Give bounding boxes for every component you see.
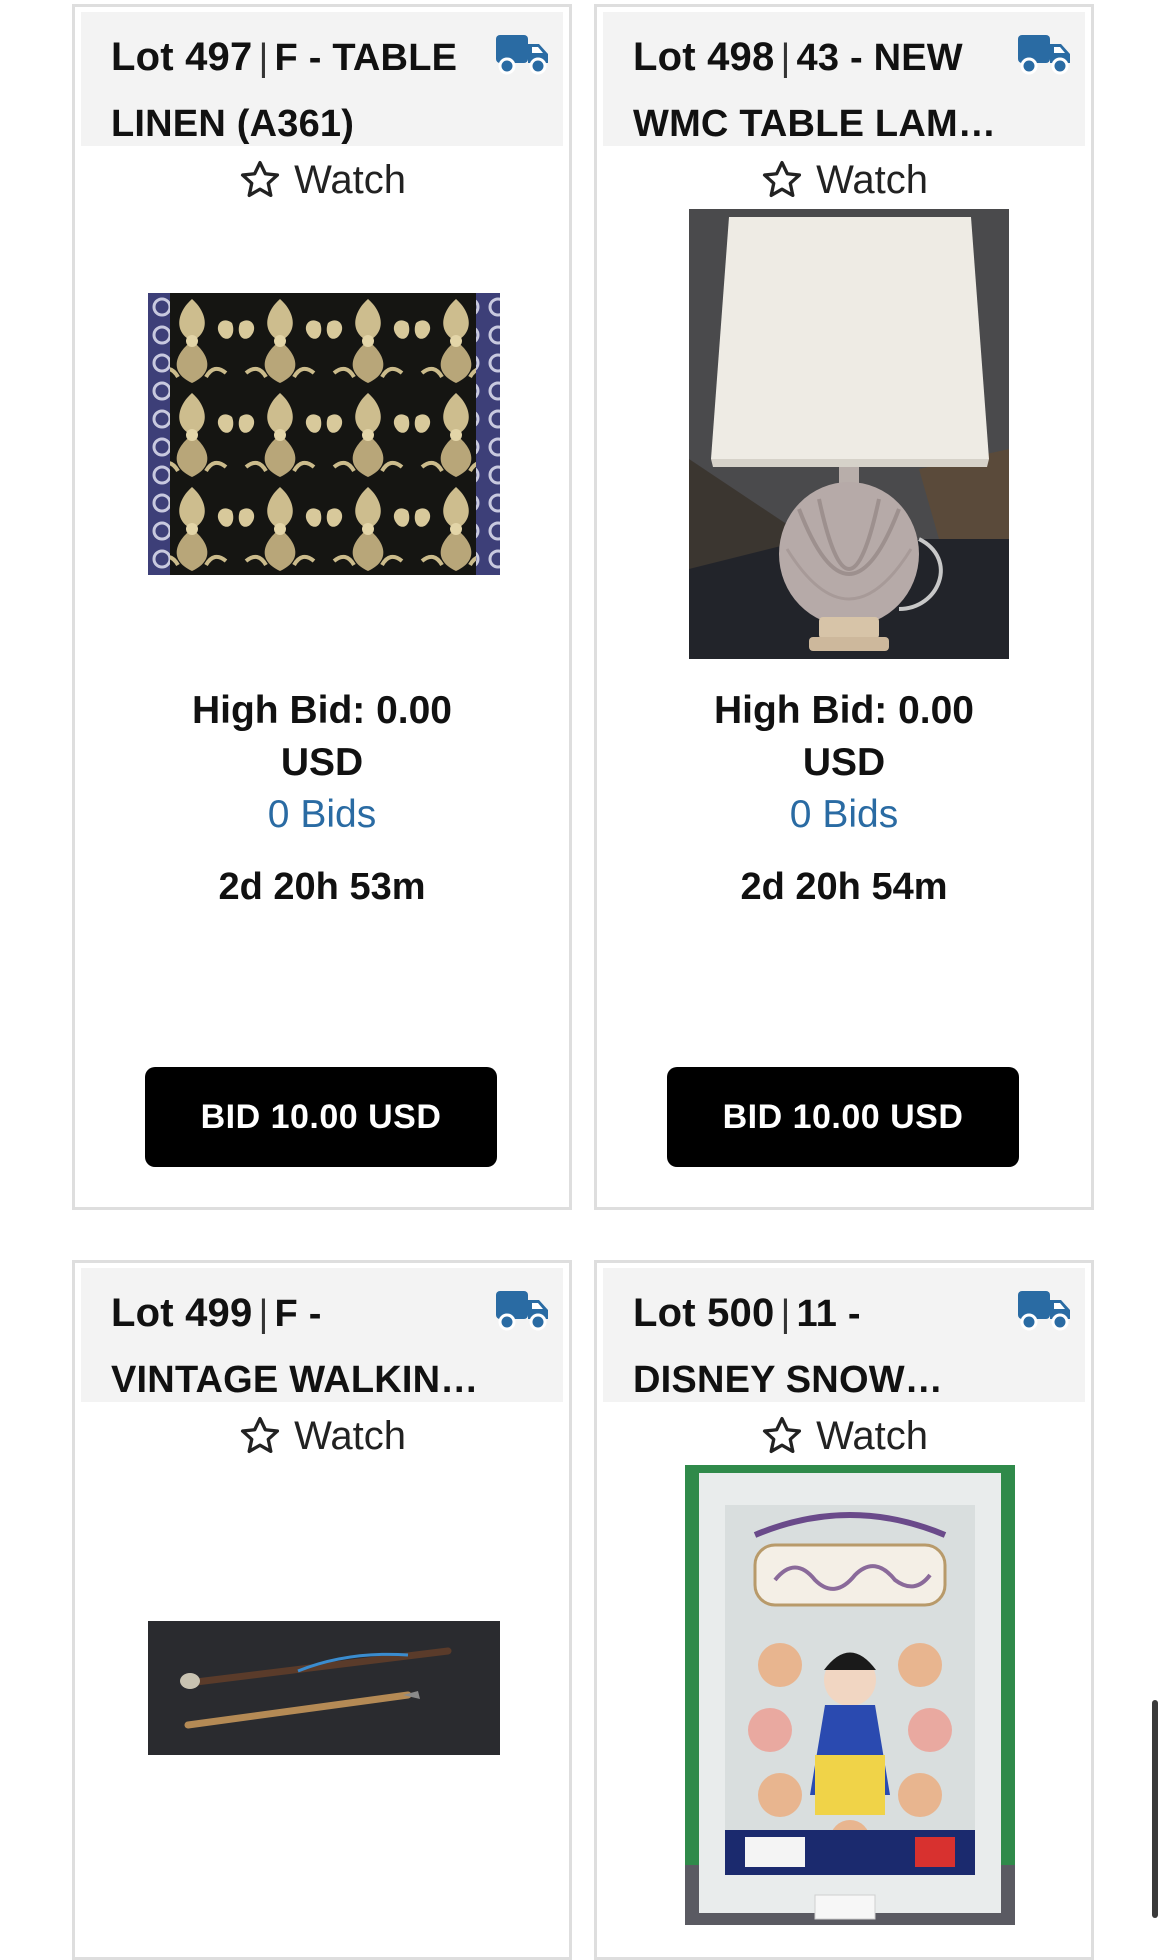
lot-image[interactable]	[148, 1621, 500, 1755]
title-separator: |	[780, 1293, 791, 1335]
lot-header[interactable]: Lot 499 | F - VINTAGE WALKIN…	[81, 1268, 563, 1402]
star-outline-icon	[762, 160, 802, 198]
lot-card: Lot 499 | F - VINTAGE WALKIN… Watch	[72, 1260, 572, 1960]
title-separator: |	[258, 37, 269, 79]
lot-title-line2: WMC TABLE LAM…	[633, 103, 997, 145]
watch-button[interactable]: Watch	[597, 152, 1091, 208]
lot-number: Lot 499	[111, 1291, 253, 1335]
lot-title-line2: DISNEY SNOW…	[633, 1359, 943, 1401]
table-lamp-image	[689, 209, 1009, 659]
lot-title-line1: 11 -	[796, 1293, 861, 1335]
lot-card: Lot 497 | F - TABLE LINEN (A361) Watch H…	[72, 4, 572, 1210]
bids-count-link[interactable]: 0 Bids	[597, 789, 1091, 841]
lot-title-line1: F - TABLE	[274, 37, 458, 79]
lot-title-line1: F -	[274, 1293, 322, 1335]
scrollbar[interactable]	[1152, 1700, 1158, 1918]
watch-button[interactable]: Watch	[75, 1408, 569, 1464]
watch-button[interactable]: Watch	[75, 152, 569, 208]
lot-card: Lot 498|43 - NEW WMC TABLE LAM… Watch	[594, 4, 1094, 1210]
title-separator: |	[780, 37, 791, 79]
lot-header[interactable]: Lot 498 | 43 - NEW WMC TABLE LAM…	[603, 12, 1085, 146]
lot-image[interactable]	[685, 1465, 1015, 1925]
lot-title-line2: LINEN (A361)	[111, 103, 355, 145]
high-bid: High Bid: 0.00	[191, 689, 453, 732]
snow-white-poster-image	[685, 1465, 1015, 1925]
lot-header[interactable]: Lot 500 | 11 - DISNEY SNOW…	[603, 1268, 1085, 1402]
shipping-truck-icon	[1018, 35, 1070, 75]
lot-title[interactable]: Lot 498 | 43 - NEW WMC TABLE LAM…	[633, 24, 1033, 157]
lot-title[interactable]: Lot 499 | F - VINTAGE WALKIN…	[111, 1280, 511, 1413]
lot-number: Lot 497	[111, 35, 253, 79]
lot-title[interactable]: Lot 500 | 11 - DISNEY SNOW…	[633, 1280, 1033, 1413]
shipping-truck-icon	[496, 1291, 548, 1331]
high-bid-currency: USD	[802, 741, 886, 784]
high-bid-currency: USD	[280, 741, 364, 784]
shipping-truck-icon	[496, 35, 548, 75]
star-outline-icon	[240, 1416, 280, 1454]
time-remaining: 2d 20h 54m	[740, 866, 948, 908]
star-outline-icon	[240, 160, 280, 198]
lot-card: Lot 500 | 11 - DISNEY SNOW… Watch	[594, 1260, 1094, 1960]
bids-count-link[interactable]: 0 Bids	[75, 789, 569, 841]
lot-number: Lot 498	[633, 35, 775, 79]
lot-number: Lot 500	[633, 1291, 775, 1335]
lot-image[interactable]	[148, 293, 500, 575]
watch-label: Watch	[816, 1413, 928, 1458]
time-remaining: 2d 20h 53m	[218, 866, 426, 908]
watch-label: Watch	[294, 1413, 406, 1458]
watch-label: Watch	[294, 157, 406, 202]
lot-title-line1: 43 - NEW	[796, 37, 963, 79]
lot-title[interactable]: Lot 497 | F - TABLE LINEN (A361)	[111, 24, 511, 157]
lot-image[interactable]	[689, 209, 1009, 659]
lot-header[interactable]: Lot 497 | F - TABLE LINEN (A361)	[81, 12, 563, 146]
bid-button[interactable]: BID 10.00 USD	[667, 1067, 1019, 1167]
title-separator: |	[258, 1293, 269, 1335]
watch-label: Watch	[816, 157, 928, 202]
high-bid: High Bid: 0.00	[713, 689, 975, 732]
walking-stick-image	[148, 1621, 500, 1755]
lot-title-line2: VINTAGE WALKIN…	[111, 1359, 479, 1401]
bid-button[interactable]: BID 10.00 USD	[145, 1067, 497, 1167]
star-outline-icon	[762, 1416, 802, 1454]
watch-button[interactable]: Watch	[597, 1408, 1091, 1464]
damask-table-linen-image	[148, 293, 500, 575]
shipping-truck-icon	[1018, 1291, 1070, 1331]
